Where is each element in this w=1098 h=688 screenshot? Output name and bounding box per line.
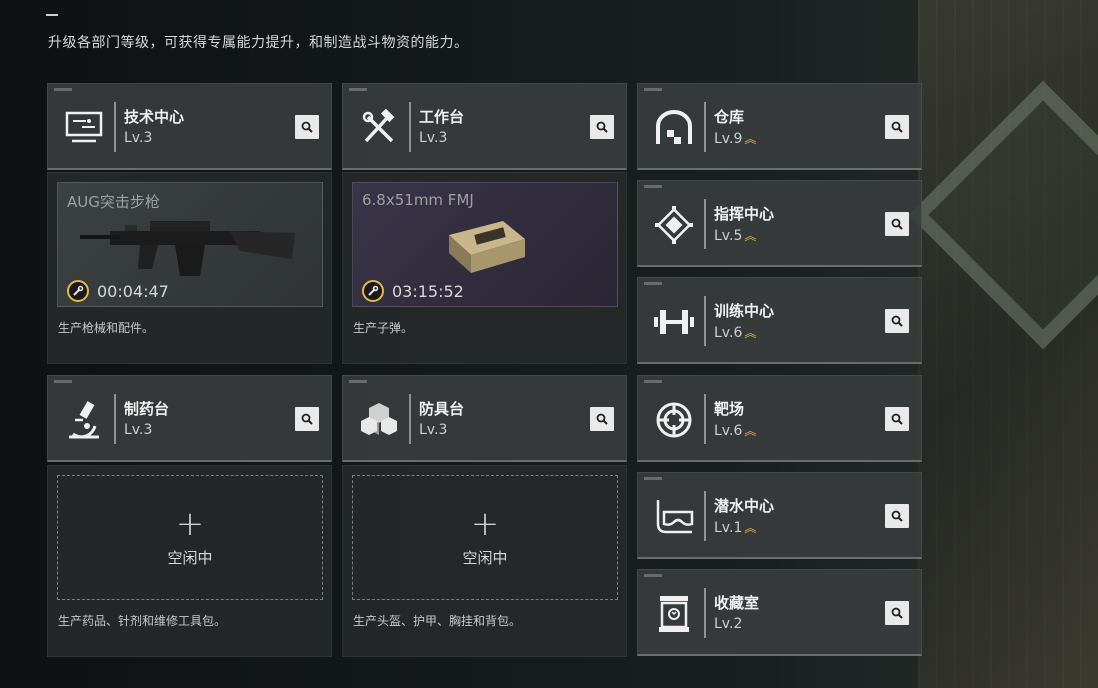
background-scenery	[918, 0, 1098, 688]
item-name: 6.8x51mm FMJ	[362, 191, 474, 209]
idle-label: 空闲中	[462, 549, 508, 567]
magnifier-icon	[891, 507, 903, 526]
magnifier-icon	[301, 410, 313, 429]
production-description: 生产子弹。	[353, 321, 414, 335]
wrench-timer-icon	[67, 280, 89, 302]
dept-level: Lv.5 ︽	[714, 228, 757, 244]
chip-icon	[648, 199, 700, 251]
plus-icon: +	[175, 504, 205, 544]
dept-name: 收藏室	[714, 594, 760, 612]
search-button[interactable]	[885, 212, 909, 236]
dept-card-command-center[interactable]: 指挥中心 Lv.5 ︽	[637, 180, 922, 267]
magnifier-icon	[891, 215, 903, 234]
dept-name: 训练中心	[714, 302, 775, 320]
dept-name: 技术中心	[124, 108, 185, 126]
search-button[interactable]	[590, 115, 614, 139]
item-thumbnail[interactable]: AUG突击步枪 00:04:47	[57, 182, 323, 307]
rifle-image	[80, 221, 295, 276]
dept-level: Lv.1 ︽	[714, 520, 757, 536]
upgrade-chevron-icon: ︽	[744, 326, 757, 340]
upgrade-chevron-icon: ︽	[744, 229, 757, 243]
dept-level: Lv.3	[419, 130, 448, 146]
dept-card-warehouse[interactable]: 仓库 Lv.9 ︽	[637, 83, 922, 170]
dept-card-pharmacy[interactable]: 制药台 Lv.3	[47, 375, 332, 462]
dept-card-workbench[interactable]: 工作台 Lv.3	[342, 83, 627, 170]
dept-card-training-center[interactable]: 训练中心 Lv.6 ︽	[637, 277, 922, 364]
dept-name: 防具台	[419, 400, 465, 418]
item-name: AUG突击步枪	[67, 193, 160, 211]
dept-name: 工作台	[419, 108, 465, 126]
upgrade-chevron-icon: ︽	[744, 521, 757, 535]
dept-level: Lv.3	[419, 422, 448, 438]
upgrade-chevron-icon: ︽	[744, 424, 757, 438]
dept-card-tech-center[interactable]: 技术中心 Lv.3	[47, 83, 332, 170]
search-button[interactable]	[590, 407, 614, 431]
search-button[interactable]	[295, 115, 319, 139]
hammer-wrench-icon	[353, 102, 405, 154]
search-button[interactable]	[885, 601, 909, 625]
search-button[interactable]	[885, 309, 909, 333]
production-description: 生产枪械和配件。	[58, 321, 155, 335]
dumbbell-icon	[648, 296, 700, 348]
display-case-icon	[648, 588, 700, 640]
production-description: 生产药品、针剂和维修工具包。	[58, 614, 227, 628]
production-timer: 00:04:47	[67, 280, 169, 302]
dept-name: 靶场	[714, 400, 745, 418]
dept-name: 仓库	[714, 108, 745, 126]
production-slot-pharmacy[interactable]: + 空闲中 生产药品、针剂和维修工具包。	[47, 465, 332, 657]
magnifier-icon	[301, 118, 313, 137]
dept-card-armor-bench[interactable]: 防具台 Lv.3	[342, 375, 627, 462]
dept-level: Lv.9 ︽	[714, 131, 757, 147]
dept-level: Lv.2	[714, 616, 743, 632]
magnifier-icon	[891, 312, 903, 331]
item-thumbnail[interactable]: 6.8x51mm FMJ 03:15:52	[352, 182, 618, 307]
dept-card-collection-room[interactable]: 收藏室 Lv.2	[637, 569, 922, 656]
production-timer: 03:15:52	[362, 280, 464, 302]
search-button[interactable]	[885, 115, 909, 139]
magnifier-icon	[891, 118, 903, 137]
idle-slot[interactable]: + 空闲中	[57, 475, 323, 600]
monitor-icon	[58, 102, 110, 154]
dept-name: 潜水中心	[714, 497, 775, 515]
microscope-icon	[58, 394, 110, 446]
dept-name: 指挥中心	[714, 205, 775, 223]
dept-level: Lv.6 ︽	[714, 423, 757, 439]
search-button[interactable]	[295, 407, 319, 431]
production-description: 生产头盔、护甲、胸挂和背包。	[353, 614, 522, 628]
dept-level: Lv.3	[124, 422, 153, 438]
dept-card-shooting-range[interactable]: 靶场 Lv.6 ︽	[637, 375, 922, 462]
diving-mask-icon	[648, 491, 700, 543]
dept-level: Lv.6 ︽	[714, 325, 757, 341]
production-slot-workbench[interactable]: 6.8x51mm FMJ 03:15:52 生产子弹。	[342, 172, 627, 364]
dept-level: Lv.3	[124, 130, 153, 146]
production-slot-tech[interactable]: AUG突击步枪 00:04:47 生产枪械和配件。	[47, 172, 332, 364]
ammo-box-image	[449, 221, 525, 273]
magnifier-icon	[596, 410, 608, 429]
cubes-icon	[353, 394, 405, 446]
header-marker	[46, 14, 58, 16]
warehouse-icon	[648, 102, 700, 154]
magnifier-icon	[891, 410, 903, 429]
dept-name: 制药台	[124, 400, 170, 418]
search-button[interactable]	[885, 504, 909, 528]
wrench-timer-icon	[362, 280, 384, 302]
plus-icon: +	[470, 504, 500, 544]
magnifier-icon	[596, 118, 608, 137]
magnifier-icon	[891, 604, 903, 623]
upgrade-chevron-icon: ︽	[744, 132, 757, 146]
dept-card-diving-center[interactable]: 潜水中心 Lv.1 ︽	[637, 472, 922, 559]
target-icon	[648, 394, 700, 446]
production-slot-armor[interactable]: + 空闲中 生产头盔、护甲、胸挂和背包。	[342, 465, 627, 657]
search-button[interactable]	[885, 407, 909, 431]
page-subtitle: 升级各部门等级，可获得专属能力提升，和制造战斗物资的能力。	[48, 35, 469, 51]
idle-slot[interactable]: + 空闲中	[352, 475, 618, 600]
idle-label: 空闲中	[167, 549, 213, 567]
